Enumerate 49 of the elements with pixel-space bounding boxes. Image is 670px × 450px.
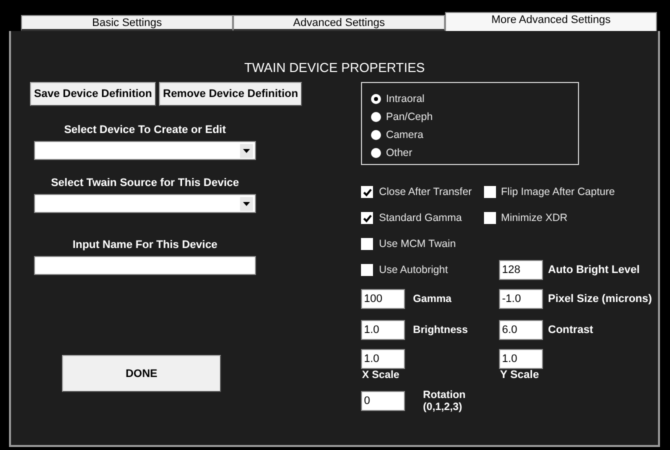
field-label: Input Name For This Device <box>72 239 218 251</box>
radio-label: Other <box>386 147 412 159</box>
field-label: Y Scale <box>500 369 539 381</box>
field-label: Rotation (0,1,2,3) <box>423 388 467 412</box>
checkbox-label: Use Autobright <box>379 264 448 276</box>
checkbox[interactable] <box>361 264 373 276</box>
field-label: X Scale <box>362 369 400 381</box>
number-field[interactable]: 1.0 <box>499 349 543 369</box>
checkbox-label: Use MCM Twain <box>379 238 456 250</box>
radio-label: Camera <box>386 129 424 141</box>
number-field[interactable]: -1.0 <box>499 288 543 308</box>
settings-tab[interactable]: Advanced Settings <box>233 15 445 31</box>
device-definition-button[interactable]: Remove Device Definition <box>159 82 302 106</box>
number-field[interactable]: 6.0 <box>499 320 543 340</box>
device-definition-button[interactable]: Save Device Definition <box>30 82 156 106</box>
settings-tab[interactable]: More Advanced Settings <box>445 12 657 31</box>
dropdown-field[interactable] <box>34 194 256 213</box>
checkbox[interactable] <box>484 186 496 198</box>
radio-button[interactable] <box>371 130 381 140</box>
number-field[interactable]: 0 <box>361 390 405 410</box>
radio-label: Pan/Ceph <box>386 111 433 123</box>
radio-button[interactable] <box>371 148 381 158</box>
checkbox-label: Standard Gamma <box>379 212 462 224</box>
checkbox-label: Minimize XDR <box>501 212 568 224</box>
field-label: Select Twain Source for This Device <box>50 177 240 189</box>
radio-label: Intraoral <box>386 93 425 105</box>
checkbox[interactable] <box>361 212 373 224</box>
number-field[interactable]: 128 <box>499 260 543 280</box>
done-button[interactable]: DONE <box>62 355 221 392</box>
checkbox[interactable] <box>361 186 373 198</box>
number-field[interactable]: 100 <box>361 288 405 308</box>
number-field[interactable]: 1.0 <box>361 349 405 369</box>
checkbox[interactable] <box>361 238 373 250</box>
input-field[interactable] <box>34 256 256 275</box>
panel-title: TWAIN DEVICE PROPERTIES <box>243 59 426 76</box>
field-label: Select Device To Create or Edit <box>64 124 226 136</box>
checkbox-label: Flip Image After Capture <box>501 186 615 198</box>
field-label: Auto Bright Level <box>548 264 640 276</box>
number-field[interactable]: 1.0 <box>361 320 405 340</box>
radio-button[interactable] <box>371 112 381 122</box>
field-label: Contrast <box>548 324 594 336</box>
field-label: Brightness <box>413 324 468 336</box>
radio-button[interactable] <box>371 94 381 104</box>
checkbox-label: Close After Transfer <box>379 186 472 198</box>
settings-tab[interactable]: Basic Settings <box>21 15 233 31</box>
dropdown-field[interactable] <box>34 141 256 160</box>
checkbox[interactable] <box>484 212 496 224</box>
field-label: Pixel Size (microns) <box>548 292 652 304</box>
field-label: Gamma <box>413 292 452 304</box>
